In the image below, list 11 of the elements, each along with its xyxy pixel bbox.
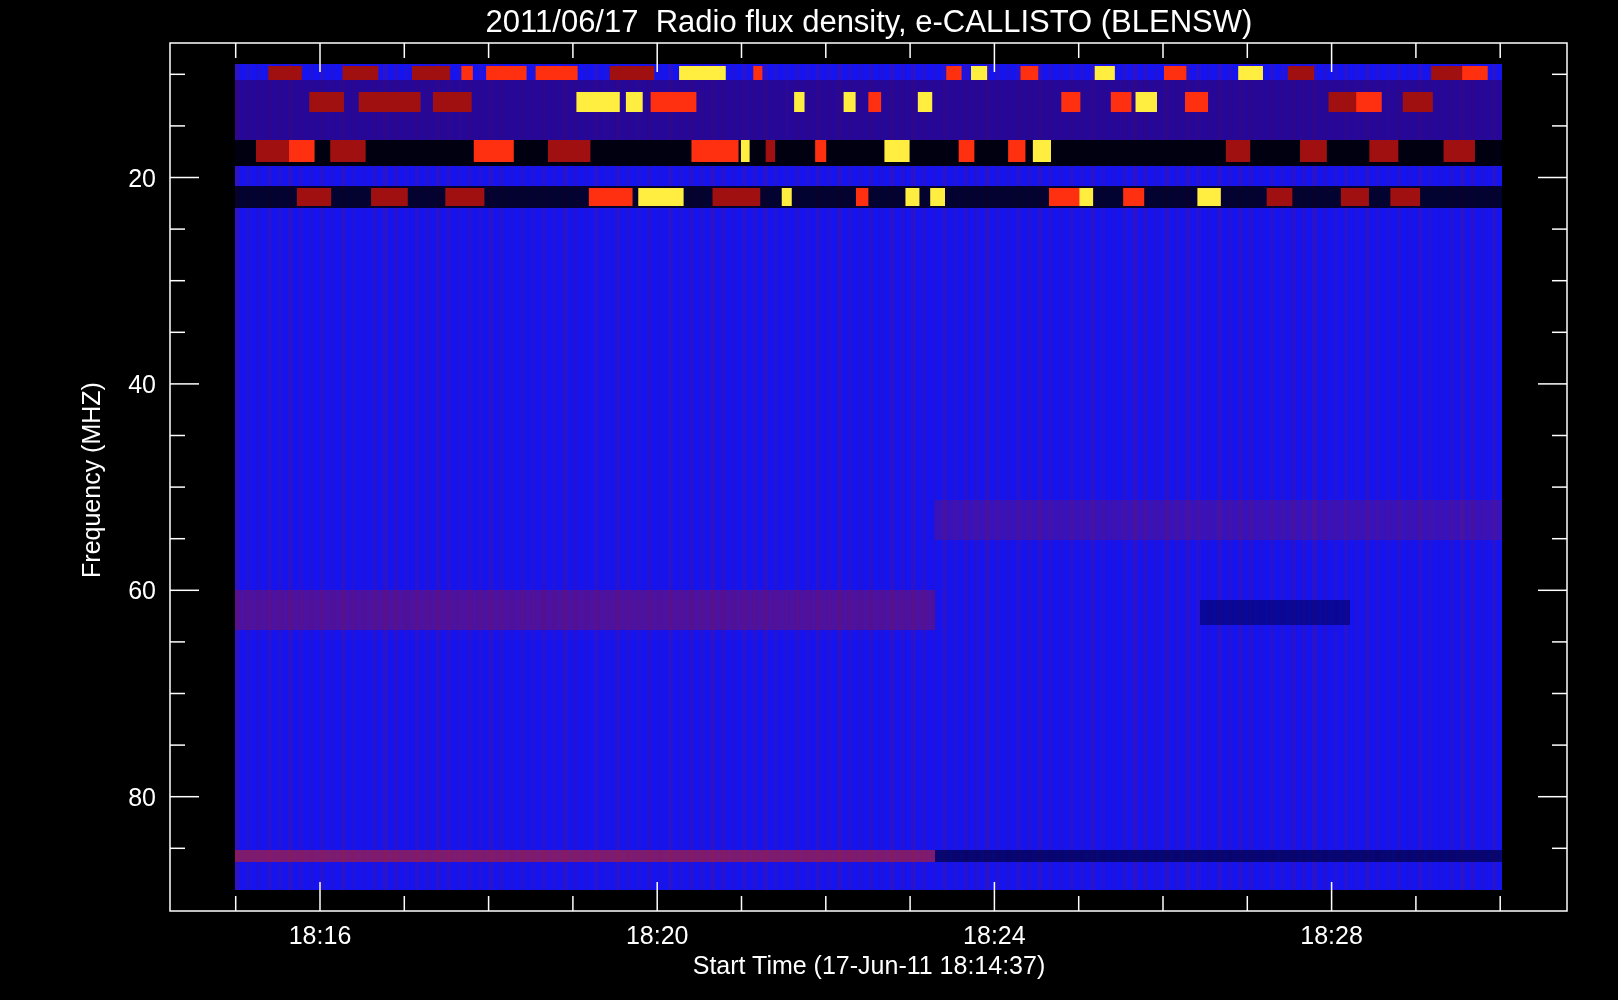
chart-title: 2011/06/17 Radio flux density, e-CALLISTO (BLENSW) (485, 4, 1253, 39)
x-tick-label: 18:24 (963, 921, 1026, 949)
y-tick-label: 20 (128, 163, 156, 192)
x-tick-label: 18:28 (1300, 921, 1363, 949)
y-tick-label: 40 (128, 369, 156, 398)
y-tick-label: 60 (128, 576, 156, 605)
x-tick-label: 18:20 (625, 921, 689, 949)
x-axis-label: Start Time (17-Jun-11 18:14:37) (692, 951, 1046, 979)
y-axis-label: Frequency (MHZ) (77, 382, 105, 578)
x-tick-label: 18:16 (288, 921, 352, 949)
y-tick-label: 80 (128, 782, 156, 811)
